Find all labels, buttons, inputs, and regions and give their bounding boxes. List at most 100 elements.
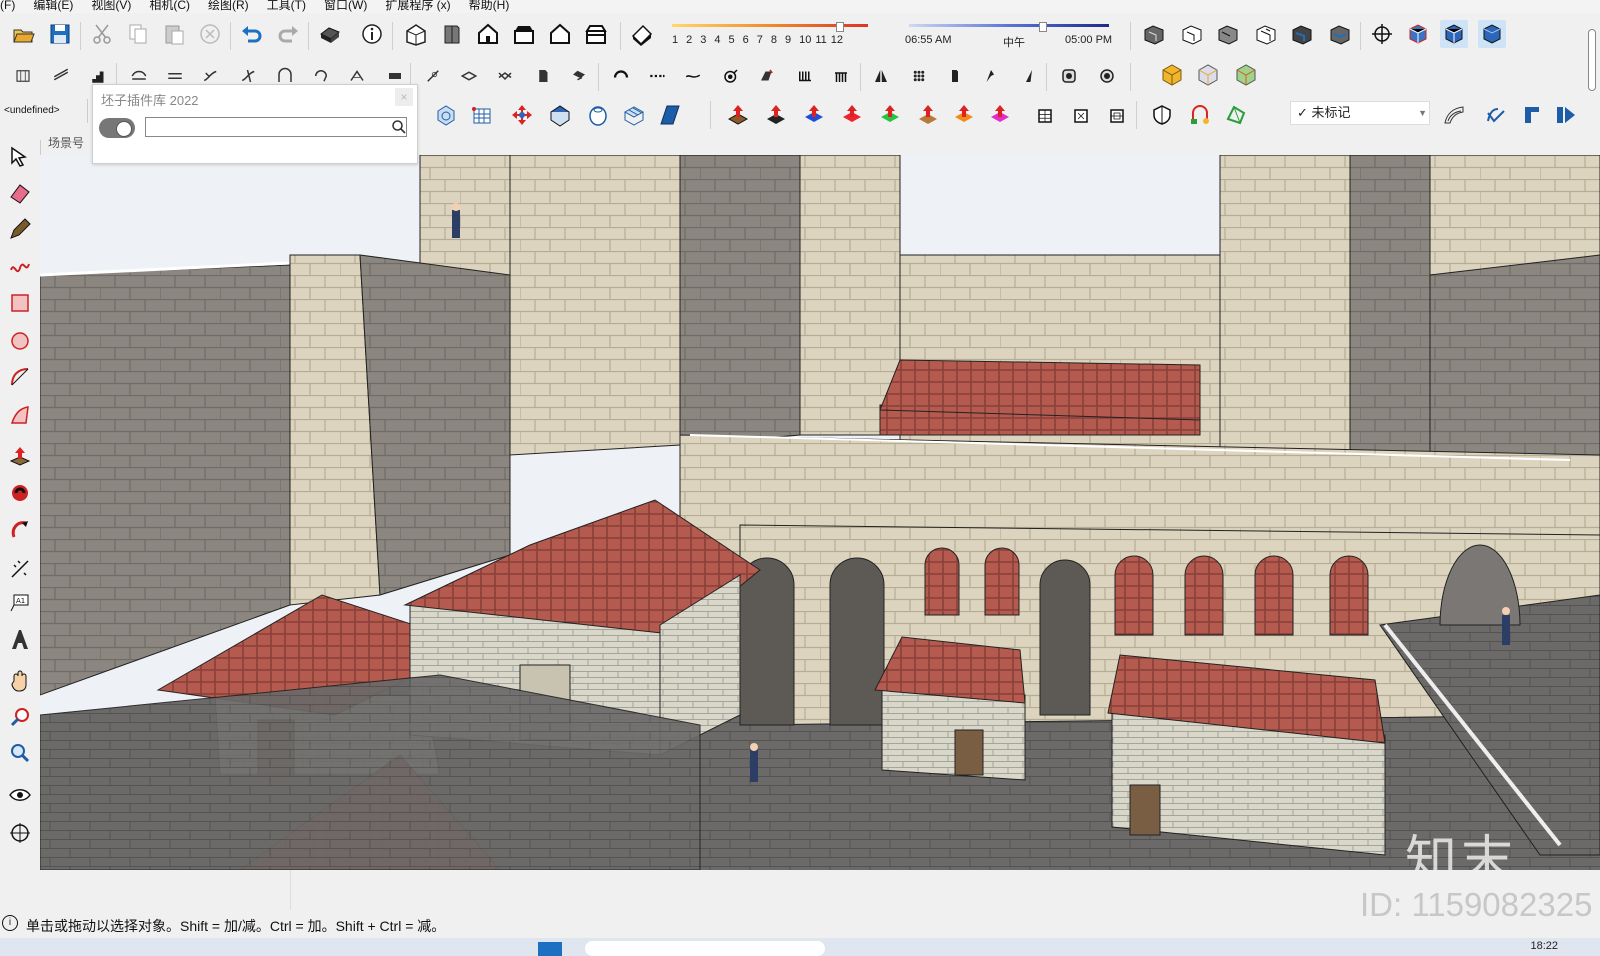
rotate-icon[interactable] [6, 514, 34, 544]
walk-icon[interactable] [6, 818, 34, 848]
blue-plane-icon[interactable] [656, 101, 684, 129]
zoom-window-icon[interactable] [6, 738, 34, 768]
move-icon[interactable] [508, 101, 536, 129]
delete-icon[interactable] [196, 20, 224, 48]
follow-me-icon[interactable] [6, 478, 34, 508]
menu-tools[interactable]: 工具(T) [267, 0, 306, 11]
settings-icon[interactable] [1018, 65, 1040, 87]
back-view-icon[interactable] [546, 20, 574, 48]
select-icon[interactable] [6, 142, 34, 172]
eraser-icon[interactable] [6, 178, 34, 208]
look-around-icon[interactable] [6, 780, 34, 810]
column-blue-icon[interactable] [1518, 101, 1546, 129]
spiral-icon[interactable] [646, 65, 668, 87]
menu-view[interactable]: 视图(V) [91, 0, 131, 11]
array-icon[interactable] [50, 65, 72, 87]
column-icon[interactable] [870, 65, 892, 87]
offset-icon[interactable] [568, 65, 590, 87]
model-viewport[interactable] [40, 155, 1600, 870]
material-icon[interactable] [1440, 20, 1468, 48]
fence-icon[interactable] [756, 65, 778, 87]
start-icon[interactable] [538, 942, 562, 956]
menu-extensions[interactable]: 扩展程序 (x) [385, 0, 450, 11]
layer-icon[interactable] [1478, 20, 1506, 48]
menu-file[interactable]: (F) [0, 0, 15, 11]
fillet-icon[interactable] [458, 65, 480, 87]
shield-icon[interactable] [1148, 101, 1176, 129]
paste-icon[interactable] [160, 20, 188, 48]
text-icon[interactable]: A1 [6, 588, 34, 618]
copy-icon[interactable] [124, 20, 152, 48]
wave-icon[interactable] [610, 65, 632, 87]
section-6-icon[interactable] [1326, 20, 1354, 48]
rectangle-icon[interactable] [6, 288, 34, 318]
polygon-icon[interactable] [6, 400, 34, 430]
chevron-down-icon[interactable]: ▼ [1418, 102, 1427, 124]
open-icon[interactable] [10, 20, 38, 48]
ring-icon[interactable] [584, 101, 612, 129]
pan-icon[interactable] [6, 666, 34, 696]
cube-yellow-icon[interactable] [1158, 60, 1186, 88]
scene-tab[interactable]: 场景号 [42, 133, 96, 153]
component-icon[interactable] [1404, 20, 1432, 48]
sphere-icon[interactable] [432, 101, 460, 129]
shadow-icon[interactable] [628, 20, 656, 48]
mesh-icon[interactable] [468, 101, 496, 129]
save-icon[interactable] [46, 20, 74, 48]
extrude-icon[interactable] [532, 65, 554, 87]
redo-icon[interactable] [274, 20, 302, 48]
mirror-icon[interactable] [794, 65, 816, 87]
rail-icon[interactable] [720, 65, 742, 87]
print-icon[interactable] [316, 20, 344, 48]
tape-icon[interactable] [6, 554, 34, 584]
3d-text-icon[interactable] [6, 624, 34, 654]
push-blue-icon[interactable] [800, 101, 828, 129]
undo-icon[interactable] [238, 20, 266, 48]
push-black-icon[interactable] [762, 101, 790, 129]
pen-icon[interactable] [908, 65, 930, 87]
shadow-month-handle[interactable] [836, 22, 844, 32]
table-icon[interactable] [1034, 105, 1056, 127]
section-3-icon[interactable] [1214, 20, 1242, 48]
plugin-toggle[interactable] [99, 118, 135, 138]
arch-icon[interactable] [1186, 101, 1214, 129]
texture-icon[interactable] [546, 101, 574, 129]
freehand-icon[interactable] [6, 252, 34, 282]
top-view-icon[interactable] [438, 20, 466, 48]
push-red-icon[interactable] [724, 101, 752, 129]
front-view-icon[interactable] [474, 20, 502, 48]
cube-gray-icon[interactable] [1194, 60, 1222, 88]
shadow-time-handle[interactable] [1039, 22, 1047, 32]
joint-icon[interactable] [422, 65, 444, 87]
network-icon[interactable] [1096, 65, 1118, 87]
knife-icon[interactable] [944, 65, 966, 87]
arc-tool-icon[interactable] [6, 362, 34, 392]
table-3-icon[interactable] [1106, 105, 1128, 127]
toolbar-scrollbar[interactable] [1588, 29, 1596, 91]
left-view-icon[interactable] [582, 20, 610, 48]
section-2-icon[interactable] [1178, 20, 1206, 48]
section-1-icon[interactable] [1140, 20, 1168, 48]
axes-icon[interactable] [1368, 20, 1396, 48]
tag-combo[interactable]: ✓ 未标记 ▼ [1290, 101, 1430, 125]
close-button[interactable]: × [395, 88, 413, 106]
right-view-icon[interactable] [510, 20, 538, 48]
plugin-search-input[interactable] [145, 117, 407, 137]
chamfer-icon[interactable] [494, 65, 516, 87]
arrow-right-icon[interactable] [1552, 101, 1580, 129]
pipe-tool-icon[interactable] [1440, 101, 1468, 129]
circle-icon[interactable] [6, 326, 34, 356]
push-magenta-icon[interactable] [986, 101, 1014, 129]
menu-window[interactable]: 窗口(W) [324, 0, 367, 11]
grid-3d-icon[interactable] [620, 101, 648, 129]
line-tool-icon[interactable] [12, 65, 34, 87]
cube-green-icon[interactable] [1232, 60, 1260, 88]
style-combo[interactable]: <undefined> [0, 99, 88, 123]
network-green-icon[interactable] [1222, 101, 1250, 129]
iso-view-icon[interactable] [402, 20, 430, 48]
push-orange-icon[interactable] [950, 101, 978, 129]
table-2-icon[interactable] [1070, 105, 1092, 127]
menu-camera[interactable]: 相机(C) [149, 0, 190, 11]
menu-draw[interactable]: 绘图(R) [208, 0, 249, 11]
push-red-3-icon[interactable] [914, 101, 942, 129]
